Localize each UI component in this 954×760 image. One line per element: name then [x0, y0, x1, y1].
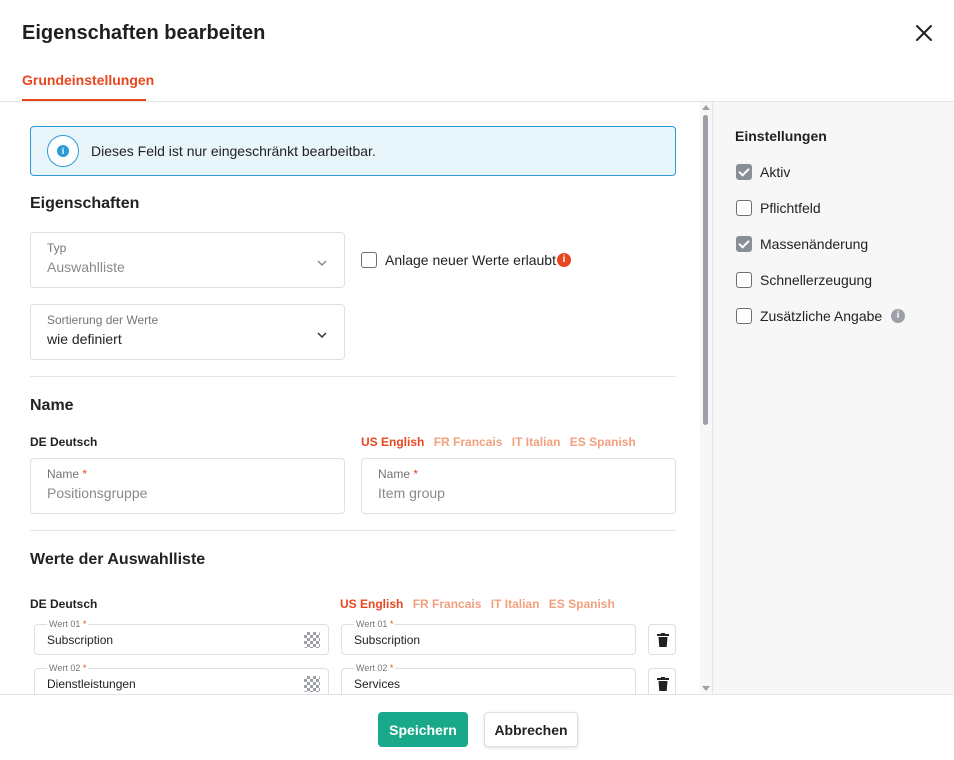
trash-icon	[657, 633, 669, 647]
section-title-values: Werte der Auswahlliste	[30, 551, 206, 568]
name-de-placeholder: Positionsgruppe	[47, 485, 148, 501]
lang-tab-it[interactable]: IT Italian	[491, 597, 540, 611]
checkbox-schnellerzeugung[interactable]	[736, 272, 752, 288]
chevron-down-icon	[317, 260, 327, 267]
scroll-up-icon[interactable]	[702, 105, 710, 110]
section-title-eigenschaften: Eigenschaften	[30, 195, 140, 212]
required-mark: *	[82, 663, 87, 673]
settings-heading: Einstellungen	[735, 128, 827, 144]
info-banner: i Dieses Feld ist nur eingeschränkt bear…	[30, 126, 676, 176]
trash-icon	[657, 677, 669, 691]
lang-tab-es[interactable]: ES Spanish	[570, 435, 636, 449]
name-en-placeholder: Item group	[378, 485, 445, 501]
label-pflichtfeld: Pflichtfeld	[760, 200, 821, 216]
main-content: i Dieses Feld ist nur eingeschränkt bear…	[0, 102, 712, 694]
chevron-down-icon	[317, 332, 327, 339]
dialog-footer: Speichern Abbrechen	[0, 694, 954, 760]
delete-value-button[interactable]	[648, 668, 676, 694]
value-de-text: Dienstleistungen	[47, 677, 136, 691]
label-schnellerzeugung: Schnellerzeugung	[760, 272, 873, 288]
info-icon: i	[47, 135, 79, 167]
save-button[interactable]: Speichern	[378, 712, 468, 747]
sort-select[interactable]: Sortierung der Werte wie definiert	[30, 304, 345, 360]
lang-label-de: DE Deutsch	[30, 435, 98, 449]
required-mark: *	[389, 663, 394, 673]
sort-value: wie definiert	[47, 331, 122, 347]
value-de-text: Subscription	[47, 633, 114, 647]
lang-tab-fr[interactable]: FR Francais	[434, 435, 503, 449]
value-label: Wert 02	[356, 663, 388, 673]
label-aktiv: Aktiv	[760, 164, 791, 180]
value-de-input[interactable]: Wert 01 * Subscription	[34, 619, 329, 655]
close-icon[interactable]	[913, 22, 935, 44]
lang-tabs-values: US English FR Francais IT Italian ES Spa…	[340, 597, 621, 611]
dialog-title: Eigenschaften bearbeiten	[22, 22, 266, 44]
value-en-input[interactable]: Wert 02 * Services	[341, 663, 636, 694]
value-label: Wert 01	[49, 619, 81, 629]
name-en-label: Name	[378, 467, 411, 481]
checker-icon[interactable]	[304, 632, 320, 648]
lang-tab-en[interactable]: US English	[340, 597, 403, 611]
checkbox-aktiv[interactable]	[736, 164, 752, 180]
lang-tab-es[interactable]: ES Spanish	[549, 597, 615, 611]
name-de-input[interactable]: Name * Positionsgruppe	[30, 458, 345, 514]
value-en-input[interactable]: Wert 01 * Subscription	[341, 619, 636, 655]
scrollbar-thumb[interactable]	[703, 115, 708, 425]
name-de-label: Name	[47, 467, 80, 481]
value-de-input[interactable]: Wert 02 * Dienstleistungen	[34, 663, 329, 694]
settings-sidebar: Einstellungen Aktiv Pflichtfeld Massenän…	[712, 102, 954, 694]
name-en-input[interactable]: Name * Item group	[361, 458, 676, 514]
type-label: Typ	[47, 241, 67, 255]
required-mark: *	[82, 619, 87, 629]
checkbox-massenaenderung[interactable]	[736, 236, 752, 252]
value-en-text: Subscription	[354, 633, 421, 647]
dialog-header: Eigenschaften bearbeiten Grundeinstellun…	[0, 0, 954, 102]
allow-new-values-label: Anlage neuer Werte erlaubt	[385, 252, 556, 268]
checkbox-pflichtfeld[interactable]	[736, 200, 752, 216]
info-icon[interactable]: i	[557, 253, 571, 267]
scroll-down-icon[interactable]	[702, 686, 710, 691]
section-title-name: Name	[30, 397, 74, 414]
value-label: Wert 01	[356, 619, 388, 629]
checker-icon[interactable]	[304, 676, 320, 692]
divider	[30, 530, 676, 531]
lang-tab-it[interactable]: IT Italian	[512, 435, 561, 449]
delete-value-button[interactable]	[648, 624, 676, 655]
info-icon[interactable]: i	[891, 309, 905, 323]
required-mark: *	[389, 619, 394, 629]
sort-label: Sortierung der Werte	[47, 313, 159, 327]
label-zusaetzliche-angabe: Zusätzliche Angabe	[760, 308, 883, 324]
lang-tab-fr[interactable]: FR Francais	[413, 597, 482, 611]
tab-grundeinstellungen[interactable]: Grundeinstellungen	[22, 72, 154, 88]
cancel-button[interactable]: Abbrechen	[484, 712, 578, 747]
required-mark: *	[82, 467, 88, 481]
value-en-text: Services	[354, 677, 401, 691]
lang-label-de: DE Deutsch	[30, 597, 98, 611]
lang-tabs-name: US English FR Francais IT Italian ES Spa…	[361, 435, 642, 449]
type-select[interactable]: Typ Auswahlliste	[30, 232, 345, 288]
tab-active-indicator	[22, 99, 146, 101]
required-mark: *	[413, 467, 419, 481]
checkbox-zusaetzliche-angabe[interactable]	[736, 308, 752, 324]
type-value: Auswahlliste	[47, 259, 125, 275]
value-label: Wert 02	[49, 663, 81, 673]
info-message: Dieses Feld ist nur eingeschränkt bearbe…	[91, 143, 376, 159]
label-massenaenderung: Massenänderung	[760, 236, 869, 252]
lang-tab-en[interactable]: US English	[361, 435, 424, 449]
allow-new-values-checkbox[interactable]	[361, 252, 377, 268]
divider	[30, 376, 676, 377]
